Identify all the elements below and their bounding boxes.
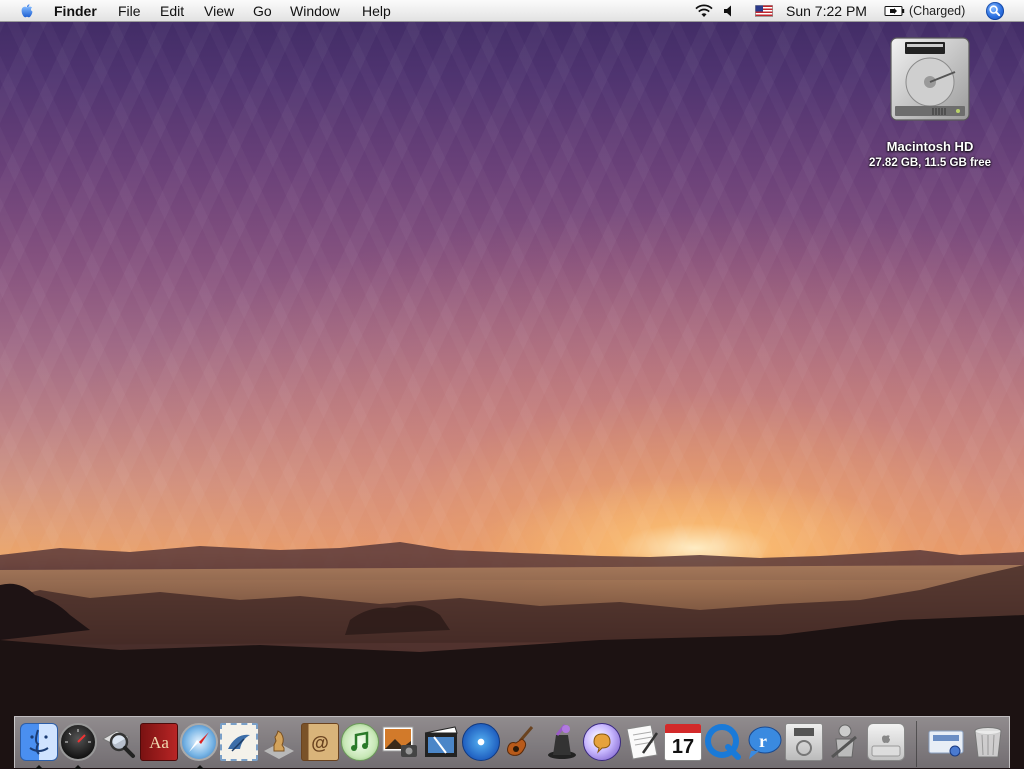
hard-drive-icon [890, 37, 970, 121]
us-flag-icon[interactable] [755, 0, 773, 22]
apple-icon[interactable] [18, 2, 36, 20]
menu-view[interactable]: View [204, 3, 234, 19]
trash-icon[interactable] [969, 723, 1007, 761]
menu-go[interactable]: Go [253, 3, 272, 19]
svg-text:r: r [759, 731, 767, 751]
address-book-icon[interactable]: @ [301, 723, 339, 761]
dock-divider [916, 721, 917, 767]
dashboard-running-indicator [74, 765, 82, 769]
dashboard-icon[interactable] [59, 723, 97, 761]
finder-icon[interactable] [20, 723, 58, 761]
realplayer-icon[interactable]: r [745, 723, 783, 761]
garageband-icon[interactable] [502, 723, 540, 761]
menu-file[interactable]: File [118, 3, 141, 19]
mail-icon[interactable] [220, 723, 258, 761]
battery-icon[interactable] [884, 0, 906, 22]
desktop[interactable]: Macintosh HD 27.82 GB, 11.5 GB free [0, 0, 1024, 768]
menu-edit[interactable]: Edit [160, 3, 184, 19]
menu-bar: Finder File Edit View Go Window Help Sun… [0, 0, 1024, 22]
dock: Aa @ 17 r [14, 716, 1010, 769]
system-preferences-icon[interactable] [867, 723, 905, 761]
safari-icon[interactable] [180, 723, 218, 761]
dvd-player-icon[interactable] [785, 723, 823, 761]
speaker-icon[interactable] [722, 0, 736, 22]
wifi-icon[interactable] [694, 0, 714, 22]
iphoto-icon[interactable] [381, 723, 419, 761]
itunes-icon[interactable] [341, 723, 379, 761]
macintosh-hd-desktop-icon[interactable]: Macintosh HD 27.82 GB, 11.5 GB free [850, 34, 1010, 169]
spotlight-icon[interactable] [986, 2, 1004, 20]
disk-info-label: 27.82 GB, 11.5 GB free [868, 157, 992, 169]
textedit-icon[interactable] [623, 723, 661, 761]
idvd-icon[interactable] [462, 723, 500, 761]
menu-finder[interactable]: Finder [54, 3, 97, 19]
ical-icon[interactable]: 17 [664, 723, 702, 761]
quicktime-icon[interactable] [704, 723, 742, 761]
iweb-icon[interactable] [543, 723, 581, 761]
dictionary-icon[interactable]: Aa [140, 723, 178, 761]
ichat-icon[interactable] [583, 723, 621, 761]
menubar-clock[interactable]: Sun 7:22 PM [786, 3, 867, 19]
spotlight-magnifier-icon[interactable] [99, 723, 137, 761]
downloads-stack-icon[interactable] [927, 723, 965, 761]
disk-name-label: Macintosh HD [886, 139, 974, 154]
safari-running-indicator [196, 765, 204, 769]
menu-help[interactable]: Help [362, 3, 391, 19]
finder-running-indicator [35, 765, 43, 769]
menu-window[interactable]: Window [290, 3, 340, 19]
imovie-icon[interactable] [422, 723, 460, 761]
battery-status-text: (Charged) [909, 4, 966, 18]
automator-icon[interactable] [826, 723, 864, 761]
chess-icon[interactable] [260, 723, 298, 761]
